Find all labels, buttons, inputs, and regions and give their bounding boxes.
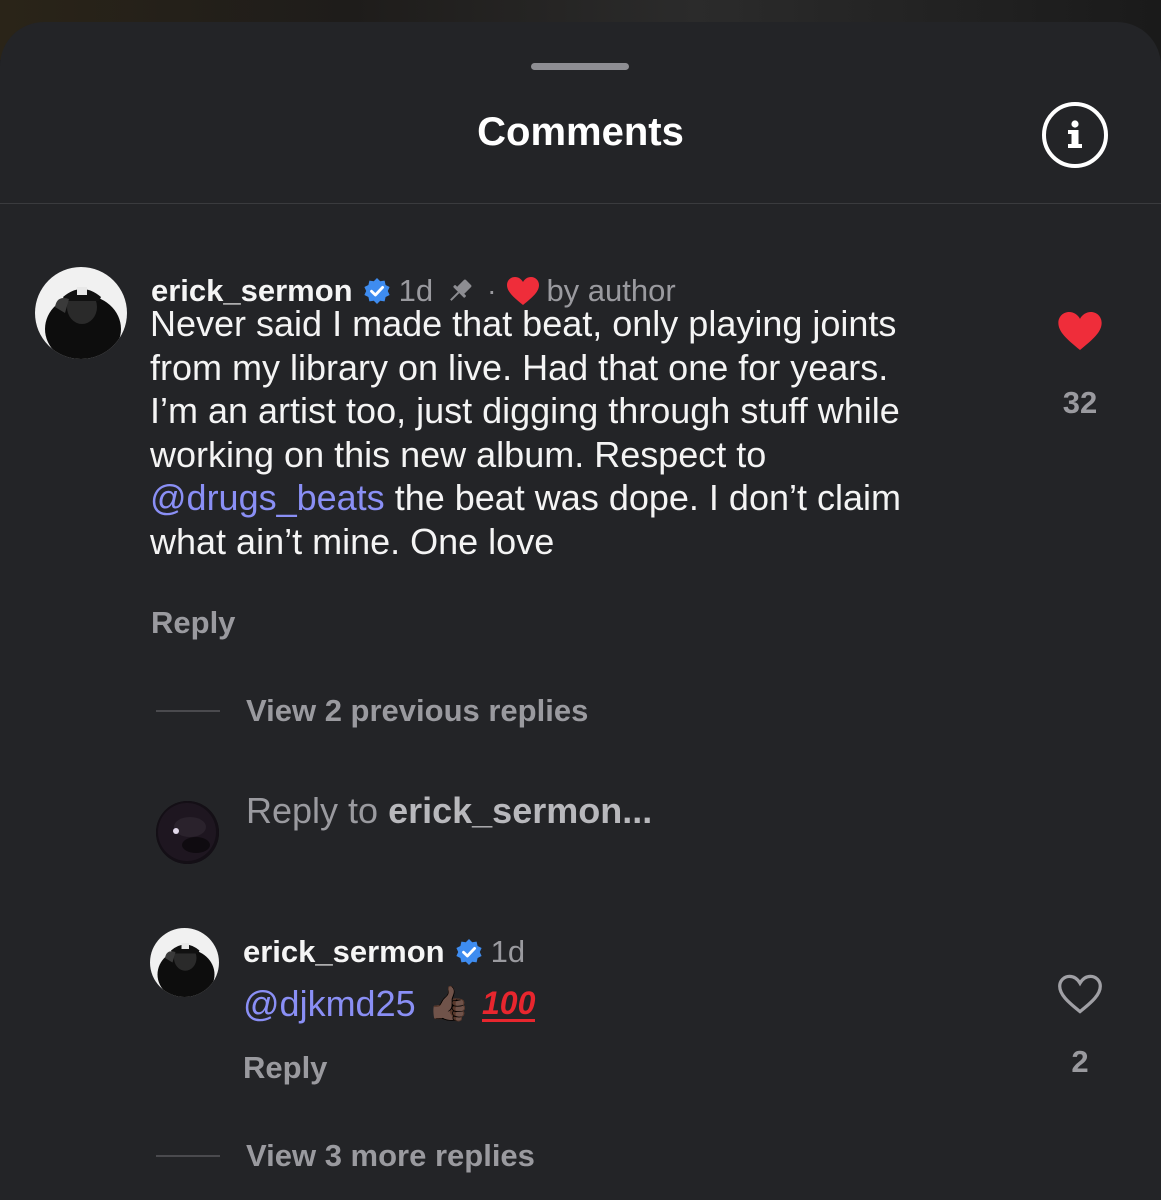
reply-input[interactable]: Reply to erick_sermon... (246, 790, 652, 832)
heart-outline-icon[interactable] (1057, 973, 1103, 1015)
comment-text-line: Never said I made that beat, only playin… (150, 303, 897, 344)
comment-text-line: I’m an artist too, just digging through … (150, 390, 900, 431)
reply-timestamp: 1d (490, 934, 526, 969)
reply-button[interactable]: Reply (243, 1050, 327, 1086)
mention-link[interactable]: @drugs_beats (150, 477, 385, 518)
avatar-image (150, 928, 219, 997)
info-icon (1068, 120, 1082, 148)
hundred-points-emoji: 100 (481, 984, 536, 1022)
reply-input-username: erick_sermon... (388, 790, 653, 831)
reply-button[interactable]: Reply (151, 605, 235, 641)
heart-filled-icon[interactable] (1057, 310, 1103, 352)
avatar[interactable] (35, 267, 127, 359)
comment-text-line: from my library on live. Had that one fo… (150, 346, 889, 388)
comment-body: Never said I made that beat, only playin… (150, 302, 1010, 563)
thread-line (156, 1155, 220, 1157)
reply-input-prefix: Reply to (246, 790, 389, 831)
verified-badge-icon (364, 278, 390, 304)
view-previous-replies[interactable]: View 2 previous replies (246, 693, 588, 729)
info-button[interactable] (1042, 102, 1108, 168)
like-count: 2 (1071, 1044, 1089, 1079)
like-count: 32 (1062, 385, 1098, 420)
sheet-grabber[interactable] (531, 63, 629, 70)
comment-text-fragment: the beat was dope. I don’t claim (384, 477, 901, 518)
avatar-image (35, 267, 127, 359)
comment-text-line: what ain’t mine. One love (150, 520, 555, 562)
reply-body: @djkmd25 👍🏿 100 (243, 983, 536, 1025)
comment-text-line: working on this new album. Respect to (150, 433, 767, 475)
header-divider (0, 203, 1161, 204)
reply-username[interactable]: erick_sermon (243, 934, 445, 970)
avatar-image (156, 801, 219, 864)
view-more-replies[interactable]: View 3 more replies (246, 1138, 535, 1174)
mention-link[interactable]: @djkmd25 (243, 983, 416, 1025)
current-user-avatar (156, 801, 219, 864)
comment-text-line: @drugs_beats the beat was dope. I don’t … (150, 476, 1010, 520)
verified-badge-icon (456, 939, 482, 965)
thread-line (156, 710, 220, 712)
thumbs-up-emoji: 👍🏿 (427, 985, 470, 1023)
like-column: 2 (1045, 973, 1115, 1080)
reply-meta: erick_sermon 1d (243, 933, 525, 971)
sheet-title: Comments (477, 110, 684, 154)
avatar[interactable] (150, 928, 219, 997)
like-column: 32 (1045, 310, 1115, 421)
